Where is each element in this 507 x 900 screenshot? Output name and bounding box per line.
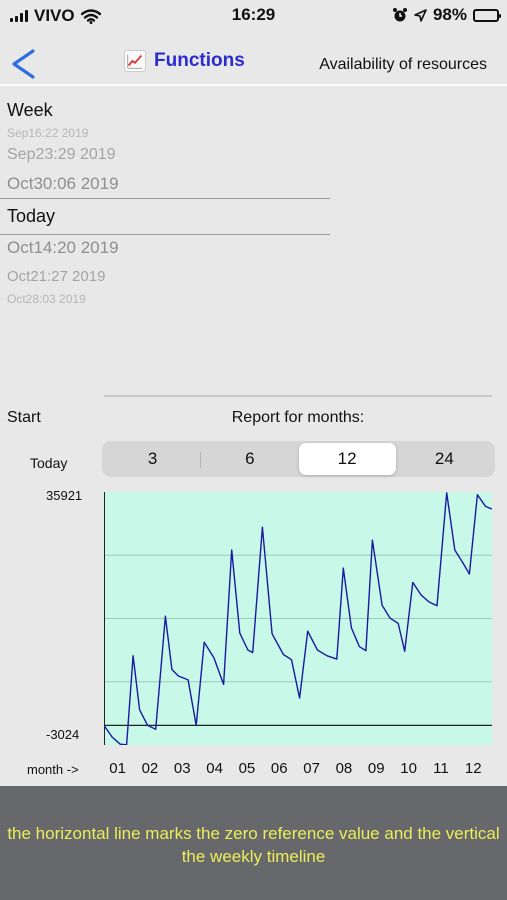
resource-chart	[104, 492, 492, 745]
month-tick-label: 05	[238, 760, 256, 777]
picker-item[interactable]: Oct21:27 2019	[7, 268, 105, 285]
picker-header-today: Today	[7, 206, 56, 226]
picker-header-week: Week	[7, 100, 53, 120]
location-icon	[414, 8, 427, 22]
today-label: Today	[30, 455, 68, 471]
month-tick-label: 10	[400, 760, 417, 777]
month-tick-label: 03	[173, 760, 191, 777]
battery-percent: 98%	[432, 5, 467, 24]
picker-item[interactable]: Sep16:22 2019	[7, 126, 88, 140]
chart-icon	[124, 50, 146, 72]
y-min-label: -3024	[46, 727, 80, 742]
start-label: Start	[7, 409, 41, 426]
month-tick-label: 08	[335, 760, 353, 777]
segment-label: 12	[337, 449, 357, 468]
chevron-left-icon	[12, 49, 35, 79]
picker-item[interactable]: Oct28:03 2019	[7, 292, 86, 306]
alarm-icon	[392, 8, 407, 22]
month-tick-label: 06	[270, 760, 288, 777]
picker-item[interactable]: Oct14:20 2019	[7, 238, 119, 258]
picker-selection-bottom	[0, 234, 330, 235]
segment-24[interactable]: 24	[396, 443, 493, 475]
month-tick-label: 02	[141, 760, 159, 777]
status-bar: VIVO 16:29 98%	[0, 0, 507, 30]
week-picker[interactable]: Week Sep16:22 2019 Sep23:29 2019 Oct30:0…	[0, 92, 330, 332]
segment-label: 24	[434, 449, 454, 468]
segment-label: 3	[147, 449, 158, 468]
battery-icon	[473, 8, 501, 22]
month-tick-label: 11	[433, 760, 449, 777]
segment-6[interactable]: 6	[201, 443, 298, 475]
nav-bar: Functions Availability of resources	[0, 40, 507, 86]
picker-item[interactable]: Oct30:06 2019	[7, 174, 119, 194]
section-divider	[104, 395, 492, 397]
report-label: Report for months:	[231, 409, 365, 426]
nav-title: Functions	[124, 50, 245, 72]
caption-text: the horizontal line marks the zero refer…	[7, 824, 500, 866]
y-max-label: 35921	[46, 488, 83, 503]
month-tick-label: 01	[109, 760, 126, 777]
month-tick-label: 12	[464, 760, 482, 777]
month-tick-label: 04	[206, 760, 223, 777]
availability-of-resources-link[interactable]: Availability of resources	[319, 56, 487, 74]
segment-label: 6	[245, 449, 255, 468]
picker-item[interactable]: Sep23:29 2019	[7, 146, 116, 164]
x-axis-label: month ->	[27, 762, 79, 777]
picker-selection-top	[0, 198, 330, 199]
back-button[interactable]	[8, 42, 40, 82]
months-segmented-control: 3 6 12 24	[102, 441, 495, 477]
segment-3[interactable]: 3	[104, 443, 202, 475]
segment-12[interactable]: 12	[298, 443, 396, 475]
month-tick-label: 09	[367, 760, 385, 777]
status-right: 98%	[392, 5, 501, 25]
nav-title-label: Functions	[154, 50, 245, 71]
month-tick-label: 07	[303, 760, 320, 777]
